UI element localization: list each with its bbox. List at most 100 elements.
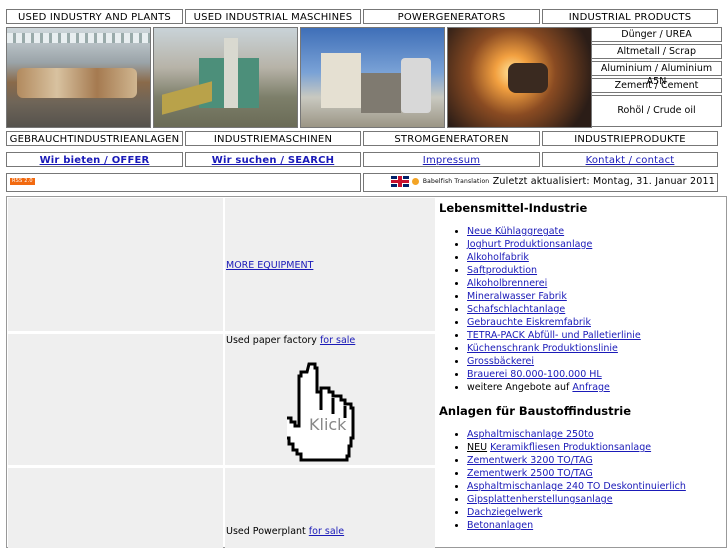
top-nav: USED INDUSTRY AND PLANTS USED INDUSTRIAL… [6,9,720,24]
paper-factory-line: Used paper factory for sale [226,335,355,346]
list-item: Gebrauchte Eiskremfabrik [467,316,724,329]
product-scrap[interactable]: Altmetall / Scrap [591,44,722,59]
food-link[interactable]: Alkoholfabrik [467,252,529,263]
nav-industriemaschinen[interactable]: INDUSTRIEMASCHINEN [185,131,361,146]
left-panel-2 [8,334,223,465]
powerplant-text: Used Powerplant [226,526,309,537]
product-cement[interactable]: Zement / Cement [591,78,722,93]
food-link[interactable]: Schafschlachtanlage [467,304,565,315]
photo-factory-hall [6,27,151,128]
food-link[interactable]: Joghurt Produktionsanlage [467,239,592,250]
left-panel-3 [8,468,223,548]
new-badge: NEU [467,442,488,453]
right-column: Lebensmittel-Industrie Neue Kühlaggregat… [439,199,724,542]
food-link[interactable]: Küchenschrank Produktionslinie [467,343,618,354]
list-item: Asphaltmischanlage 240 TO Deskontinuierl… [467,480,724,493]
left-panel-1 [8,198,223,331]
nav-used-machines[interactable]: USED INDUSTRIAL MASCHINES [185,9,361,24]
food-link[interactable]: Gebrauchte Eiskremfabrik [467,317,591,328]
nav-contact: Kontakt / contact [542,152,718,167]
list-item: Asphaltmischanlage 250to [467,428,724,441]
nav-powergenerators[interactable]: POWERGENERATORS [363,9,540,24]
photo-asphalt-plant [153,27,298,128]
food-link[interactable]: Brauerei 80.000-100.000 HL [467,369,602,380]
list-item: Betonanlagen [467,519,724,532]
list-item: Grossbäckerei [467,355,724,368]
nav-offer: Wir bieten / OFFER [6,152,183,167]
list-item: Zementwerk 2500 TO/TAG [467,467,724,480]
more-equipment-cell: MORE EQUIPMENT [225,198,435,331]
food-list: Neue Kühlaggregate Joghurt Produktionsan… [439,225,724,394]
building-link[interactable]: Betonanlagen [467,520,533,531]
product-urea[interactable]: Dünger / UREA [591,27,722,42]
list-item: Gipsplattenherstellungsanlage [467,493,724,506]
more-offers-text: weitere Angebote auf [467,382,573,393]
nav-used-industry[interactable]: USED INDUSTRY AND PLANTS [6,9,183,24]
photo-welding-sparks [447,27,592,128]
list-item: Saftproduktion [467,264,724,277]
more-equipment-link[interactable]: MORE EQUIPMENT [226,260,313,271]
list-item: Zementwerk 3200 TO/TAG [467,454,724,467]
food-link[interactable]: Mineralwasser Fabrik [467,291,567,302]
main-content: MORE EQUIPMENT Used paper factory for sa… [6,196,727,548]
paper-factory-link[interactable]: for sale [320,335,355,346]
list-item: Küchenschrank Produktionslinie [467,342,724,355]
nav-impressum: Impressum [363,152,540,167]
link-nav: Wir bieten / OFFER Wir suchen / SEARCH I… [6,152,720,167]
rss-cell: RSS 2.0 [6,173,361,192]
food-link[interactable]: TETRA-PACK Abfüll- und Palletierlinie [467,330,641,341]
powerplant-cell: Used Powerplant for sale [225,468,435,548]
food-link[interactable]: Saftproduktion [467,265,537,276]
offer-link[interactable]: Wir bieten / OFFER [40,155,150,166]
powerplant-link[interactable]: for sale [309,526,344,537]
building-link[interactable]: Asphaltmischanlage 240 TO Deskontinuierl… [467,481,686,492]
list-item: Joghurt Produktionsanlage [467,238,724,251]
building-link[interactable]: Zementwerk 2500 TO/TAG [467,468,593,479]
last-updated: Zuletzt aktualisiert: Montag, 31. Januar… [492,176,715,187]
section-food-title: Lebensmittel-Industrie [439,201,588,215]
product-aluminium[interactable]: Aluminium / Aluminium A5N [591,61,722,87]
babelfish-icon[interactable] [412,178,420,185]
product-crude-oil[interactable]: Rohöl / Crude oil [591,95,722,127]
update-cell: Babelfish Translation Zuletzt aktualisie… [363,173,718,192]
food-link[interactable]: Alkoholbrennerei [467,278,547,289]
list-item: Schafschlachtanlage [467,303,724,316]
side-products: Dünger / UREA Altmetall / Scrap Aluminiu… [591,27,722,129]
list-item: Brauerei 80.000-100.000 HL [467,368,724,381]
building-link[interactable]: Asphaltmischanlage 250to [467,429,594,440]
building-list: Asphaltmischanlage 250to NEU Keramikflie… [439,428,724,532]
list-item: NEU Keramikfliesen Produktionsanlage [467,441,724,454]
building-link[interactable]: Gipsplattenherstellungsanlage [467,494,613,505]
photo-mixing-plant [300,27,445,128]
list-item: Dachziegelwerk [467,506,724,519]
nav-industrial-products[interactable]: INDUSTRIAL PRODUCTS [542,9,718,24]
search-link[interactable]: Wir suchen / SEARCH [212,155,335,166]
inquiry-link[interactable]: Anfrage [572,382,609,393]
food-link[interactable]: Grossbäckerei [467,356,534,367]
status-row: RSS 2.0 Babelfish Translation Zuletzt ak… [6,173,720,192]
nav-industrieprodukte[interactable]: INDUSTRIEPRODUKTE [542,131,718,146]
uk-flag-icon[interactable] [391,176,410,187]
building-link[interactable]: Dachziegelwerk [467,507,542,518]
list-item: Alkoholfabrik [467,251,724,264]
impressum-link[interactable]: Impressum [423,155,480,166]
klick-hand-icon[interactable]: Klick [287,358,377,462]
nav-search: Wir suchen / SEARCH [185,152,361,167]
paper-factory-cell: Used paper factory for sale Klick [225,334,435,465]
food-link[interactable]: Neue Kühlaggregate [467,226,564,237]
list-item: weitere Angebote auf Anfrage [467,381,724,394]
building-link[interactable]: Keramikfliesen Produktionsanlage [490,442,651,453]
de-nav: GEBRAUCHTINDUSTRIEANLAGEN INDUSTRIEMASCH… [6,131,720,146]
building-link[interactable]: Zementwerk 3200 TO/TAG [467,455,593,466]
section-building-title: Anlagen für Baustoffindustrie [439,404,632,418]
list-item: Neue Kühlaggregate [467,225,724,238]
contact-link[interactable]: Kontakt / contact [586,155,675,166]
babelfish-label[interactable]: Babelfish Translation [423,178,489,185]
klick-label: Klick [309,415,347,434]
list-item: Mineralwasser Fabrik [467,290,724,303]
nav-stromgeneratoren[interactable]: STROMGENERATOREN [363,131,540,146]
nav-gebrauchtindustrieanlagen[interactable]: GEBRAUCHTINDUSTRIEANLAGEN [6,131,183,146]
paper-factory-text: Used paper factory [226,335,320,346]
rss-badge[interactable]: RSS 2.0 [10,178,35,185]
photo-strip [6,27,594,128]
